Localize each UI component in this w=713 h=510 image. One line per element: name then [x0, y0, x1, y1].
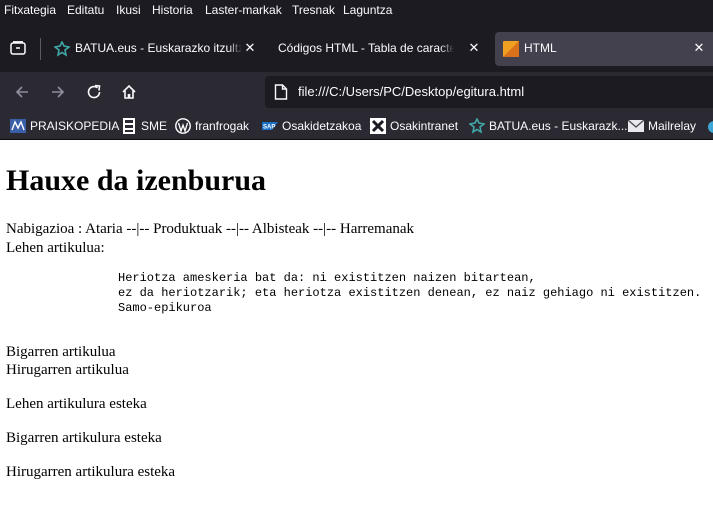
menu-help[interactable]: Laguntza — [343, 3, 392, 17]
third-article-link[interactable]: Hirugarren artikulura esteka — [6, 464, 175, 481]
tab-strip: BATUA.eus - Euskarazko itzultzailea ✕ Có… — [0, 24, 713, 72]
menu-view[interactable]: Ikusi — [116, 3, 141, 17]
bookmarks-toolbar: PRAISKOPEDIA SME franfrogak SAP Osakidet… — [0, 112, 713, 140]
url-text[interactable]: file:///C:/Users/PC/Desktop/egitura.html — [298, 84, 524, 99]
back-button[interactable] — [10, 80, 34, 104]
quote-author: Samo-epikuroa — [118, 301, 212, 315]
bookmark-label: franfrogak — [195, 119, 250, 133]
reload-icon — [87, 84, 101, 99]
menu-file[interactable]: Fitxategia — [4, 3, 56, 17]
menu-tools[interactable]: Tresnak — [292, 3, 335, 17]
bookmark-label: SME — [141, 119, 168, 133]
osakintranet-icon — [370, 118, 386, 134]
forward-arrow-icon — [52, 86, 65, 98]
mail-icon — [628, 119, 644, 132]
wordpress-icon — [175, 118, 191, 134]
close-tab-icon[interactable]: ✕ — [242, 40, 258, 56]
sme-icon — [123, 118, 135, 134]
tab-title-fade — [228, 32, 242, 66]
page-icon — [274, 84, 288, 100]
bookmark-label: PRAISKOPEDIA — [30, 119, 120, 133]
reload-button[interactable] — [82, 80, 106, 104]
bookmark-label: Mailrelay — [648, 119, 697, 133]
tab-title: Códigos HTML - Tabla de caracteres — [278, 41, 454, 55]
menu-edit[interactable]: Editatu — [67, 3, 104, 17]
sap-icon: SAP — [262, 122, 278, 131]
back-arrow-icon — [15, 86, 28, 98]
tab-html[interactable]: HTML ✕ — [495, 32, 713, 66]
bookmark-label: BATUA.eus - Euskarazk... — [489, 119, 628, 133]
svg-text:SAP: SAP — [263, 125, 275, 131]
close-tab-icon[interactable]: ✕ — [466, 40, 482, 56]
home-icon — [122, 84, 136, 99]
bookmark-overflow-partial[interactable] — [706, 118, 713, 134]
page-heading: Hauxe da izenburua — [6, 164, 267, 197]
third-article-label: Hirugarren artikulua — [6, 362, 129, 378]
tab-title: BATUA.eus - Euskarazko itzultzailea — [75, 41, 242, 55]
home-button[interactable] — [117, 80, 141, 104]
list-all-tabs-button[interactable] — [0, 30, 40, 66]
page-content: Hauxe da izenburua Nabigazioa : Ataria -… — [0, 140, 713, 510]
second-article-label: Bigarren artikulua — [6, 344, 116, 360]
first-article-link[interactable]: Lehen artikulura esteka — [6, 396, 147, 413]
close-tab-icon[interactable]: ✕ — [691, 40, 707, 56]
tab-codigos-html[interactable]: Códigos HTML - Tabla de caracteres ✕ — [262, 32, 488, 66]
tab-batua[interactable]: BATUA.eus - Euskarazko itzultzailea ✕ — [46, 32, 262, 66]
menu-bar: Fitxategia Editatu Ikusi Historia Laster… — [0, 0, 713, 24]
first-article-label: Lehen artikulua: — [6, 240, 105, 256]
praiskopedia-icon — [10, 119, 26, 133]
quote-line-2: ez da heriotzarik; eta heriotza existitz… — [118, 286, 702, 300]
bookmark-label: Osakidetzakoa — [282, 119, 362, 133]
second-article-link[interactable]: Bigarren artikulura esteka — [6, 430, 162, 447]
tab-separator — [40, 38, 41, 60]
url-bar[interactable]: file:///C:/Users/PC/Desktop/egitura.html — [265, 76, 713, 108]
quote-line-1: Heriotza ameskeria bat da: ni existitzen… — [118, 271, 536, 285]
menu-history[interactable]: Historia — [152, 3, 193, 17]
tab-list-icon — [10, 41, 26, 55]
batua-favicon — [54, 41, 70, 57]
tab-title-fade — [440, 32, 454, 66]
orange-favicon — [503, 41, 519, 57]
tab-title: HTML — [524, 41, 557, 55]
batua-favicon — [469, 118, 485, 134]
menu-bookmarks[interactable]: Laster-markak — [205, 3, 282, 17]
navigation-line: Nabigazioa : Ataria --|-- Produktuak --|… — [6, 221, 415, 237]
forward-button[interactable] — [46, 80, 70, 104]
bookmark-label: Osakintranet — [390, 119, 459, 133]
cloud-icon — [708, 121, 713, 133]
navigation-toolbar: file:///C:/Users/PC/Desktop/egitura.html — [0, 72, 713, 112]
